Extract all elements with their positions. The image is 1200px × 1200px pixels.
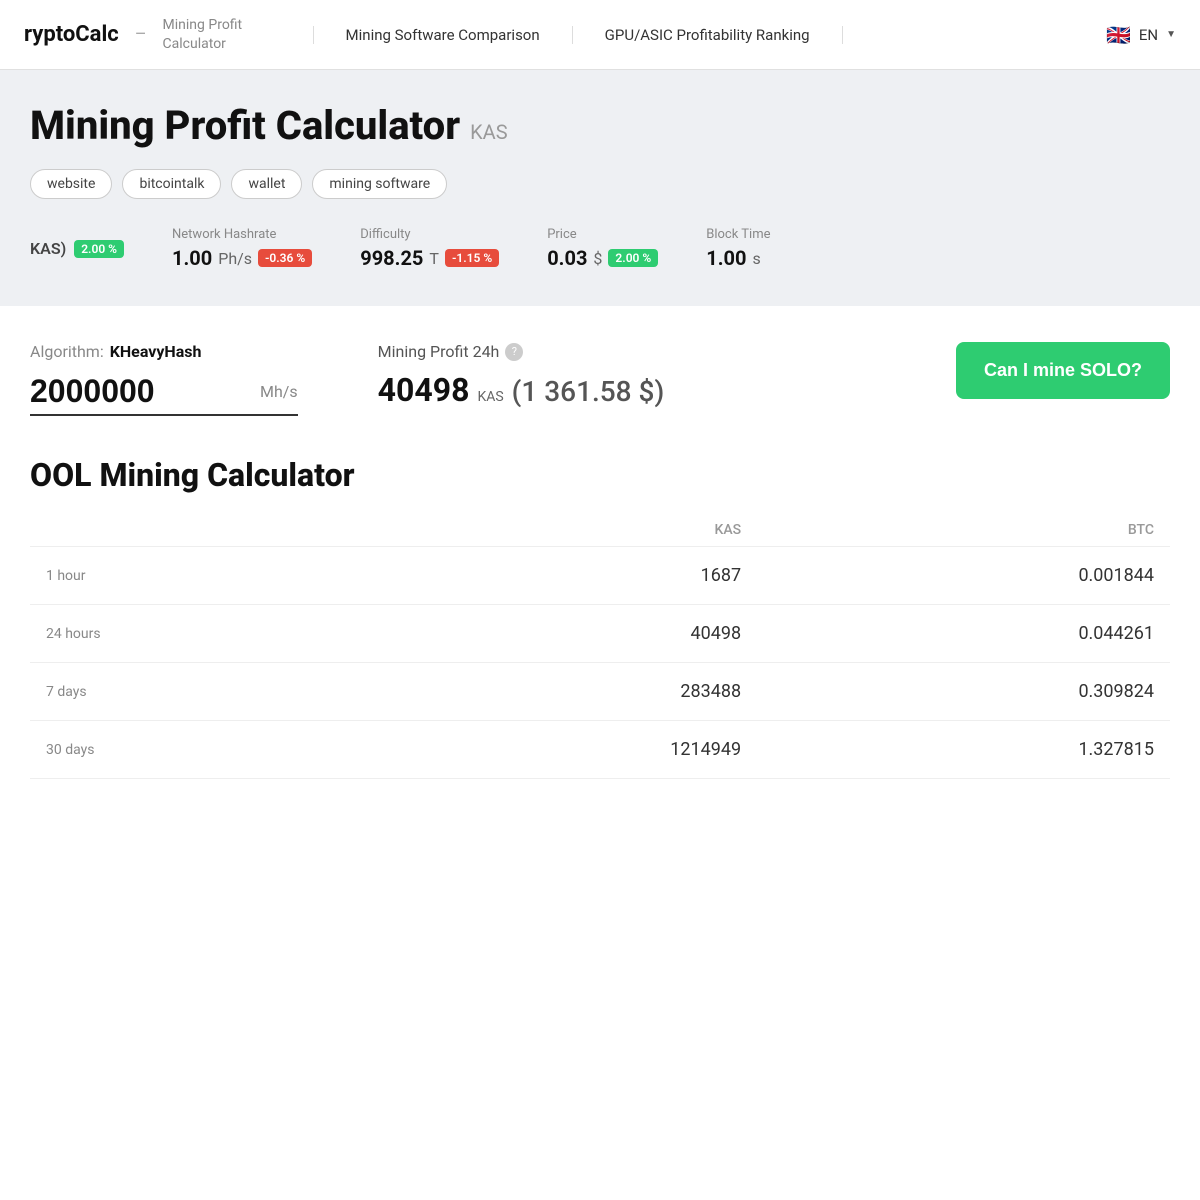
- hashrate-unit: Mh/s: [260, 382, 298, 401]
- pool-title: OOL Mining Calculator: [30, 456, 1170, 494]
- pool-kas-value: 40498: [362, 605, 757, 663]
- nav-mining-software[interactable]: Mining Software Comparison: [313, 26, 573, 44]
- coin-change-badge: 2.00 %: [74, 240, 124, 258]
- pool-table: KAS BTC 1 hour 1687 0.001844 24 hours 40…: [30, 514, 1170, 779]
- stats-row: KAS) 2.00 % Network Hashrate 1.00 Ph/s -…: [30, 227, 1170, 270]
- tag-mining-software[interactable]: mining software: [312, 169, 447, 199]
- lang-label: EN: [1139, 26, 1158, 44]
- pool-period: 7 days: [30, 663, 362, 721]
- block-time-stat: Block Time 1.00 s: [706, 227, 770, 270]
- profit-value-row: 40498 KAS (1 361.58 $): [378, 371, 665, 409]
- pool-kas-value: 283488: [362, 663, 757, 721]
- calculator-section: Algorithm: KHeavyHash Mh/s Mining Profit…: [0, 306, 1200, 436]
- difficulty-label: Difficulty: [360, 227, 499, 242]
- pool-section: OOL Mining Calculator KAS BTC 1 hour 168…: [0, 436, 1200, 809]
- language-selector[interactable]: 🇬🇧 EN ▼: [1105, 21, 1176, 49]
- pool-btc-value: 0.001844: [757, 547, 1170, 605]
- pool-kas-value: 1687: [362, 547, 757, 605]
- pool-table-row: 1 hour 1687 0.001844: [30, 547, 1170, 605]
- price-stat: Price 0.03 $ 2.00 %: [547, 227, 658, 270]
- tag-bitcointalk[interactable]: bitcointalk: [122, 169, 221, 199]
- pool-btc-value: 1.327815: [757, 721, 1170, 779]
- logo-subtitle: Mining Profit Calculator: [163, 16, 273, 52]
- algorithm-name: KHeavyHash: [110, 342, 202, 361]
- chevron-down-icon: ▼: [1166, 29, 1176, 40]
- profit-label-row: Mining Profit 24h ?: [378, 342, 665, 361]
- solo-mine-button[interactable]: Can I mine SOLO?: [956, 342, 1170, 399]
- block-time-value-row: 1.00 s: [706, 246, 770, 270]
- difficulty-unit: T: [429, 249, 439, 268]
- main-header: ryptoCalc – Mining Profit Calculator Min…: [0, 0, 1200, 70]
- algorithm-label: Algorithm:: [30, 342, 104, 361]
- pool-kas-value: 1214949: [362, 721, 757, 779]
- difficulty-value: 998.25: [360, 246, 423, 270]
- tag-wallet[interactable]: wallet: [231, 169, 302, 199]
- hashrate-input[interactable]: [30, 373, 250, 410]
- profit-label-text: Mining Profit 24h: [378, 342, 500, 361]
- pool-table-row: 30 days 1214949 1.327815: [30, 721, 1170, 779]
- pool-period: 1 hour: [30, 547, 362, 605]
- pool-table-row: 24 hours 40498 0.044261: [30, 605, 1170, 663]
- hero-section: Mining Profit Calculator KAS website bit…: [0, 70, 1200, 306]
- pool-period: 24 hours: [30, 605, 362, 663]
- price-value: 0.03: [547, 246, 587, 270]
- network-hashrate-value-row: 1.00 Ph/s -0.36 %: [172, 246, 312, 270]
- help-icon[interactable]: ?: [505, 343, 523, 361]
- main-nav: Mining Software Comparison GPU/ASIC Prof…: [313, 26, 1105, 44]
- pool-period: 30 days: [30, 721, 362, 779]
- price-label: Price: [547, 227, 658, 242]
- network-hashrate-change-badge: -0.36 %: [258, 249, 312, 267]
- tag-website[interactable]: website: [30, 169, 112, 199]
- block-time-label: Block Time: [706, 227, 770, 242]
- algo-row: Algorithm: KHeavyHash: [30, 342, 298, 361]
- col-kas: KAS: [362, 514, 757, 547]
- profit-block: Mining Profit 24h ? 40498 KAS (1 361.58 …: [378, 342, 665, 409]
- flag-icon: 🇬🇧: [1105, 21, 1133, 49]
- coin-stat: KAS) 2.00 %: [30, 239, 124, 258]
- nav-gpu-ranking[interactable]: GPU/ASIC Profitability Ranking: [573, 26, 843, 44]
- block-time-value: 1.00: [706, 246, 746, 270]
- block-time-unit: s: [752, 249, 760, 268]
- difficulty-change-badge: -1.15 %: [445, 249, 499, 267]
- logo-separator: –: [135, 24, 147, 45]
- page-title: Mining Profit Calculator: [30, 102, 460, 149]
- network-hashrate-label: Network Hashrate: [172, 227, 312, 242]
- network-hashrate-unit: Ph/s: [218, 249, 252, 268]
- price-change-badge: 2.00 %: [608, 249, 658, 267]
- profit-coin: KAS: [477, 389, 503, 405]
- tag-row: website bitcointalk wallet mining softwa…: [30, 169, 1170, 199]
- price-unit: $: [593, 249, 602, 268]
- price-value-row: 0.03 $ 2.00 %: [547, 246, 658, 270]
- difficulty-value-row: 998.25 T -1.15 %: [360, 246, 499, 270]
- difficulty-stat: Difficulty 998.25 T -1.15 %: [360, 227, 499, 270]
- pool-table-row: 7 days 283488 0.309824: [30, 663, 1170, 721]
- pool-btc-value: 0.044261: [757, 605, 1170, 663]
- coin-label: KAS): [30, 239, 66, 258]
- pool-table-header: KAS BTC: [30, 514, 1170, 547]
- logo-area: ryptoCalc – Mining Profit Calculator: [24, 16, 273, 52]
- profit-amount: 40498: [378, 371, 470, 409]
- network-hashrate-value: 1.00: [172, 246, 212, 270]
- col-btc: BTC: [757, 514, 1170, 547]
- coin-badge: KAS: [470, 120, 507, 144]
- profit-usd: (1 361.58 $): [512, 375, 665, 408]
- network-hashrate-stat: Network Hashrate 1.00 Ph/s -0.36 %: [172, 227, 312, 270]
- logo-name: ryptoCalc: [24, 22, 119, 47]
- col-period: [30, 514, 362, 547]
- solo-button-wrap: Can I mine SOLO?: [956, 342, 1170, 399]
- hero-title-row: Mining Profit Calculator KAS: [30, 102, 1170, 149]
- pool-btc-value: 0.309824: [757, 663, 1170, 721]
- hashrate-block: Algorithm: KHeavyHash Mh/s: [30, 342, 298, 416]
- hashrate-input-wrap: Mh/s: [30, 373, 298, 416]
